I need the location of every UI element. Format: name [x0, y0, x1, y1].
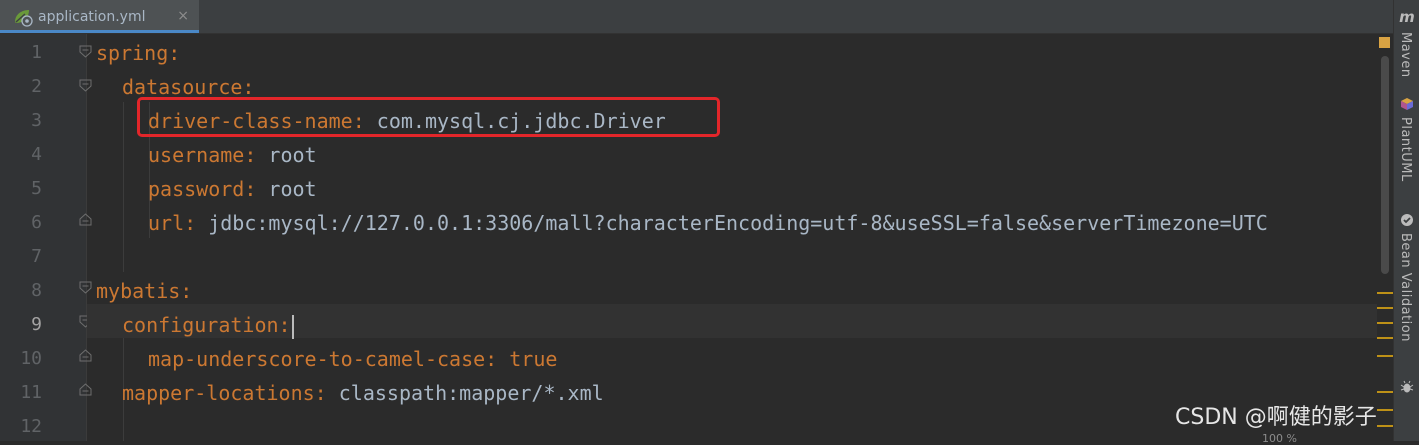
- close-icon[interactable]: ×: [177, 8, 189, 24]
- line-number: 4: [31, 144, 42, 165]
- stripe-marker[interactable]: [1377, 292, 1393, 294]
- line-number: 6: [31, 212, 42, 233]
- tab-application-yml[interactable]: application.yml ×: [0, 0, 199, 33]
- line-number: 5: [31, 178, 42, 199]
- spring-leaf-icon: [12, 7, 34, 27]
- line-number: 3: [31, 110, 42, 131]
- bean-validation-icon[interactable]: [1399, 213, 1415, 229]
- watermark: CSDN @啊健的影子: [1175, 405, 1377, 430]
- code-line: mapper-locations: classpath:mapper/*.xml: [122, 381, 604, 405]
- tool-window-bean-validation[interactable]: Bean Validation: [1398, 233, 1413, 342]
- editor-tab-bar: application.yml ×: [0, 0, 1393, 34]
- tool-window-plantuml[interactable]: PlantUML: [1398, 117, 1413, 182]
- tab-filename: application.yml: [38, 8, 146, 25]
- code-line: url: jdbc:mysql://127.0.0.1:3306/mall?ch…: [148, 211, 1268, 235]
- stripe-marker[interactable]: [1377, 322, 1393, 324]
- code-line: spring:: [96, 41, 181, 65]
- code-line: map-underscore-to-camel-case: true: [148, 347, 558, 371]
- line-number: 2: [31, 76, 42, 97]
- inspection-status-icon[interactable]: [1379, 37, 1390, 48]
- code-line: username: root: [148, 143, 317, 167]
- bug-icon[interactable]: [1399, 380, 1415, 396]
- zoom-level: 100 %: [1262, 432, 1297, 445]
- stripe-marker[interactable]: [1377, 409, 1393, 411]
- stripe-marker[interactable]: [1377, 307, 1393, 309]
- maven-icon[interactable]: m: [1399, 9, 1415, 25]
- code-line: password: root: [148, 177, 317, 201]
- plantuml-icon[interactable]: [1399, 97, 1415, 113]
- code-line-current: configuration:: [122, 308, 294, 342]
- code-line: mybatis:: [96, 279, 193, 303]
- annotation-highlight-box: [137, 97, 720, 137]
- line-number-current: 9: [31, 314, 42, 335]
- line-number: 12: [20, 416, 42, 437]
- line-number: 1: [31, 42, 42, 63]
- line-number: 11: [20, 382, 42, 403]
- line-number-gutter[interactable]: 1 2 3 4 5 6 7 8 9 10 11 12: [0, 34, 87, 441]
- line-number: 7: [31, 246, 42, 267]
- code-editor[interactable]: spring: datasource: driver-class-name: c…: [87, 34, 1377, 441]
- vertical-scrollbar[interactable]: [1381, 56, 1389, 274]
- text-caret: [291, 314, 294, 339]
- stripe-marker[interactable]: [1377, 425, 1393, 427]
- tool-window-maven[interactable]: Maven: [1398, 32, 1413, 78]
- line-number: 10: [20, 348, 42, 369]
- stripe-marker[interactable]: [1377, 355, 1393, 357]
- stripe-marker[interactable]: [1377, 337, 1393, 339]
- line-number: 8: [31, 280, 42, 301]
- indent-guide: [123, 102, 124, 272]
- stripe-marker[interactable]: [1377, 391, 1393, 393]
